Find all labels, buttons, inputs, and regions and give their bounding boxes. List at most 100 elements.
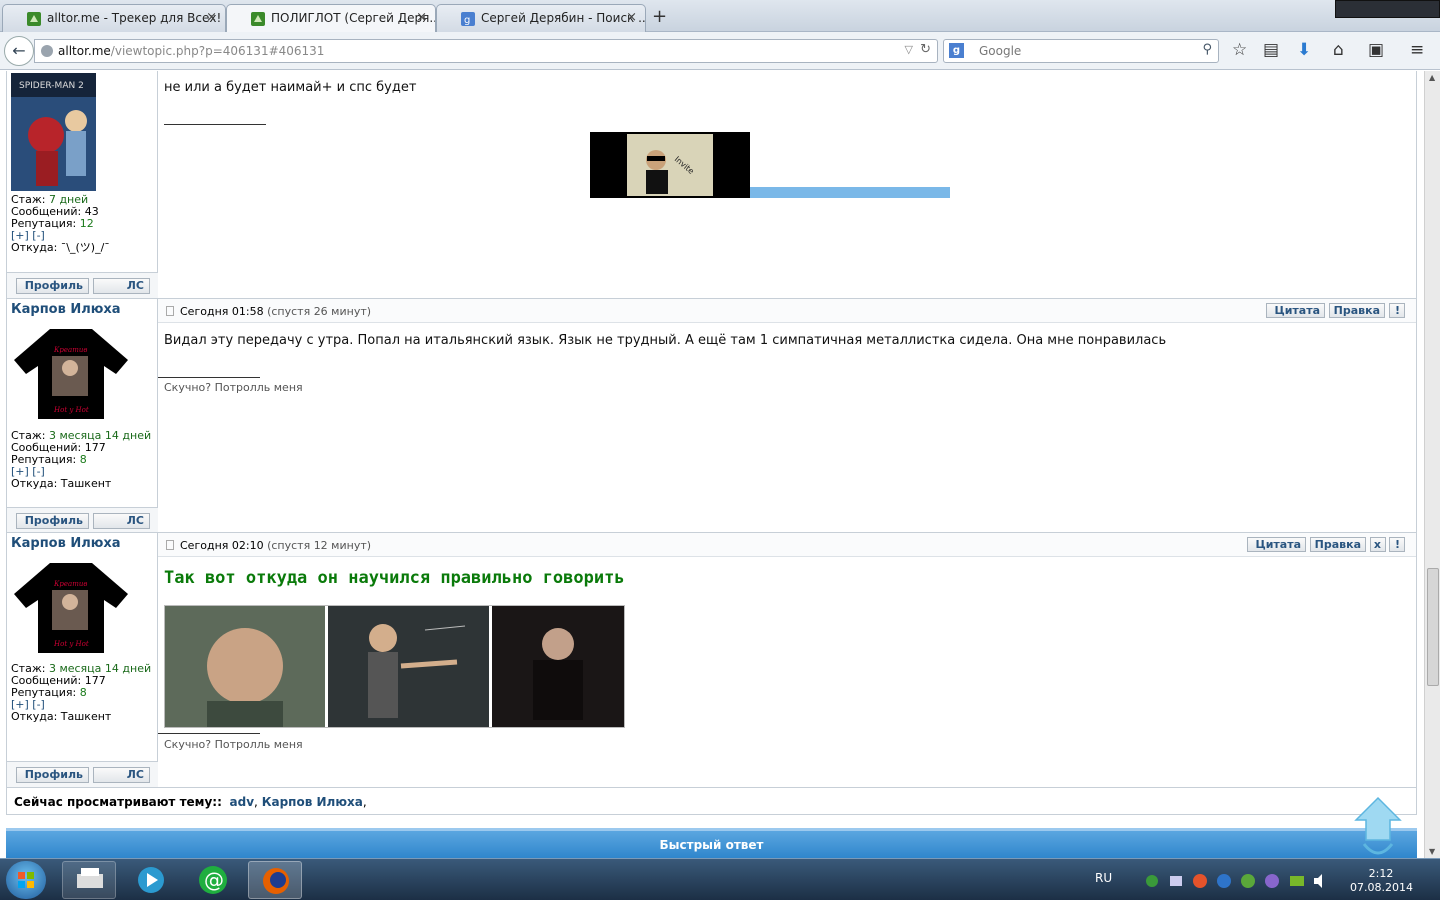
reload-icon[interactable]: ↻ <box>920 42 931 57</box>
author-buttons: Профиль ЛС <box>7 507 158 533</box>
navigation-toolbar: ← alltor.me/viewtopic.php?p=406131#40613… <box>0 32 1440 70</box>
taskbar: @ RU 2:12 07.08.2014 <box>0 858 1440 900</box>
taskbar-firefox[interactable] <box>248 861 302 899</box>
post-delay: (спустя 12 минут) <box>267 539 372 552</box>
search-placeholder: Google <box>979 44 1022 58</box>
svg-text:@: @ <box>204 868 224 892</box>
url-path: /viewtopic.php?p=406131#406131 <box>110 44 325 58</box>
bookmark-star-icon[interactable]: ☆ <box>1232 40 1247 60</box>
new-tab-icon[interactable]: + <box>652 6 667 27</box>
magnifier-icon[interactable]: ⚲ <box>1202 42 1212 57</box>
post-icon <box>166 306 174 316</box>
forum-post: SPIDER-MAN 2 Стаж: 7 дней Сообщений: 43 … <box>6 71 1417 298</box>
svg-text:SPIDER-MAN 2: SPIDER-MAN 2 <box>19 81 84 91</box>
history-dropdown-icon[interactable]: ▽ <box>905 43 913 56</box>
forum-post: Карпов Илюха Креатив Hot y Hot Стаж: 3 ме… <box>6 298 1417 533</box>
signature-divider <box>158 733 260 734</box>
post-delay: (спустя 26 минут) <box>267 305 372 318</box>
tab-alltor[interactable]: alltor.me - Трекер для Всех! × <box>2 4 226 32</box>
language-indicator[interactable]: RU <box>1095 871 1112 885</box>
clock-time: 2:12 <box>1368 867 1394 880</box>
scrollbar-thumb[interactable] <box>1427 568 1439 686</box>
url-bar[interactable]: alltor.me/viewtopic.php?p=406131#406131 … <box>34 39 938 63</box>
page-scrollbar[interactable]: ▲ ▼ <box>1424 71 1440 858</box>
svg-text:Креатив: Креатив <box>53 346 87 354</box>
svg-text:Hot y Hot: Hot y Hot <box>53 406 89 414</box>
author-buttons: Профиль ЛС <box>7 761 158 787</box>
signature-divider <box>158 377 260 378</box>
menu-icon[interactable]: ≡ <box>1410 40 1424 60</box>
viewing-now-bar: Сейчас просматривают тему:: adv, Карпов … <box>6 788 1417 815</box>
search-input[interactable]: g Google ⚲ <box>943 39 1219 63</box>
quote-button[interactable]: Цитата <box>1266 303 1325 318</box>
author-buttons: Профиль ЛС <box>7 272 158 298</box>
author-name[interactable]: Карпов Илюха <box>11 536 121 551</box>
home-icon[interactable]: ⌂ <box>1333 40 1344 60</box>
delete-button[interactable]: x <box>1370 537 1386 552</box>
signature-banner: Invite <box>590 132 950 198</box>
pocket-icon[interactable]: ▣ <box>1368 40 1384 60</box>
close-tab-icon[interactable]: × <box>416 10 427 25</box>
viewing-now-label: Сейчас просматривают тему:: <box>14 795 222 809</box>
post-text: Видал эту передачу с утра. Попал на итал… <box>164 333 1167 348</box>
post-header: Сегодня 01:58 (спустя 26 минут) Цитата П… <box>158 299 1416 323</box>
profile-button[interactable]: Профиль <box>16 278 89 294</box>
profile-button[interactable]: Профиль <box>16 767 89 783</box>
tab-google-search[interactable]: g Сергей Дерябин - Поиск ... × <box>436 4 646 32</box>
globe-icon <box>41 45 53 57</box>
scroll-down-arrow-icon[interactable]: ▼ <box>1429 847 1435 856</box>
google-engine-icon[interactable]: g <box>949 43 964 58</box>
avatar: SPIDER-MAN 2 <box>11 73 96 191</box>
post-date[interactable]: Сегодня 01:58 <box>180 305 264 318</box>
clock-date: 07.08.2014 <box>1350 881 1413 894</box>
signature: Скучно? Потролль меня <box>164 738 303 751</box>
post-date[interactable]: Сегодня 02:10 <box>180 539 264 552</box>
private-message-button[interactable]: ЛС <box>93 278 150 294</box>
bookmarks-list-icon[interactable]: ▤ <box>1263 40 1279 60</box>
viewer-link[interactable]: adv <box>230 795 255 809</box>
scroll-to-top-icon[interactable] <box>1352 796 1404 858</box>
close-tab-icon[interactable]: × <box>206 10 217 25</box>
alltor-favicon-icon <box>27 12 41 26</box>
taskbar-media-player[interactable] <box>124 861 178 899</box>
avatar: Креатив Hot y Hot <box>12 560 130 655</box>
avatar: Креатив Hot y Hot <box>12 326 130 421</box>
page-content: SPIDER-MAN 2 Стаж: 7 дней Сообщений: 43 … <box>0 71 1424 858</box>
back-arrow-icon[interactable]: ← <box>4 36 34 66</box>
private-message-button[interactable]: ЛС <box>93 513 150 529</box>
download-icon[interactable]: ⬇ <box>1297 40 1311 60</box>
quick-reply-button[interactable]: Быстрый ответ <box>6 828 1417 858</box>
author-column: SPIDER-MAN 2 Стаж: 7 дней Сообщений: 43 … <box>7 71 158 298</box>
edit-button[interactable]: Правка <box>1329 303 1385 318</box>
quote-button[interactable]: Цитата <box>1247 537 1306 552</box>
edit-button[interactable]: Правка <box>1310 537 1366 552</box>
tab-bar: alltor.me - Трекер для Всех! × ПОЛИГЛОТ … <box>0 0 1440 33</box>
system-tray-icons[interactable] <box>1142 873 1332 889</box>
viewer-link[interactable]: Карпов Илюха <box>262 795 363 809</box>
close-tab-icon[interactable]: × <box>626 10 637 25</box>
clock[interactable]: 2:12 07.08.2014 <box>1350 867 1413 895</box>
post-text: Так вот откуда он научился правильно гов… <box>164 568 625 588</box>
start-button[interactable] <box>6 861 46 899</box>
author-column: Карпов Илюха Креатив Hot y Hot Стаж: 3 ме… <box>7 533 158 787</box>
author-stats: Стаж: 7 дней Сообщений: 43 Репутация: 12… <box>11 193 110 254</box>
report-button[interactable]: ! <box>1389 303 1405 318</box>
taskbar-mail-agent[interactable]: @ <box>186 861 240 899</box>
author-column: Карпов Илюха Креатив Hot y Hot Стаж: 3 ме… <box>7 299 158 533</box>
alltor-favicon-icon <box>251 12 265 26</box>
tab-poliglot[interactable]: ПОЛИГЛОТ (Сергей Деря... × <box>226 4 436 33</box>
taskbar-printer-app[interactable] <box>62 861 116 899</box>
profile-button[interactable]: Профиль <box>16 513 89 529</box>
post-header: Сегодня 02:10 (спустя 12 минут) Цитата П… <box>158 533 1416 557</box>
post-image-strip <box>164 605 625 728</box>
google-favicon-icon: g <box>461 12 475 26</box>
scroll-up-arrow-icon[interactable]: ▲ <box>1429 73 1435 82</box>
svg-text:Hot y Hot: Hot y Hot <box>53 640 89 648</box>
post-icon <box>166 540 174 550</box>
author-name[interactable]: Карпов Илюха <box>11 302 121 317</box>
tab-label: ПОЛИГЛОТ (Сергей Деря... <box>271 11 436 25</box>
private-message-button[interactable]: ЛС <box>93 767 150 783</box>
report-button[interactable]: ! <box>1389 537 1405 552</box>
window-controls[interactable] <box>1335 0 1440 18</box>
signature: Скучно? Потролль меня <box>164 381 303 394</box>
